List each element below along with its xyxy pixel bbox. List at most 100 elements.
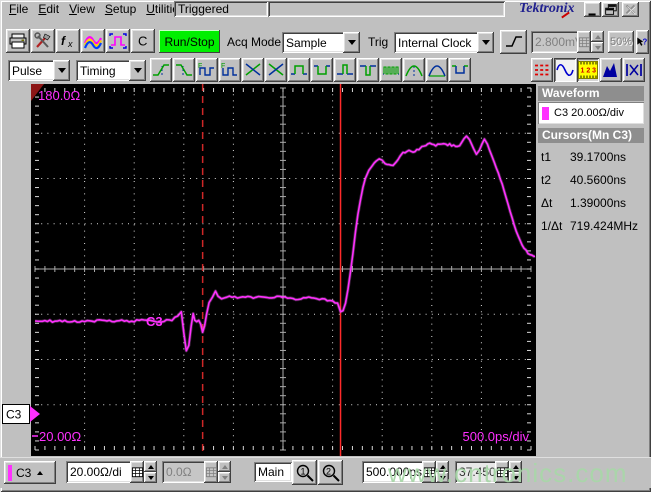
cursor-readout-2: t2 40.5600ns xyxy=(539,169,643,192)
readout-toggle-button[interactable]: 1 2 3 xyxy=(577,58,599,82)
clear-button[interactable]: C xyxy=(131,29,155,53)
pos-period-button[interactable]: F xyxy=(196,58,218,82)
magnifier-1-icon: 1 xyxy=(296,464,314,482)
vertical-scale-keypad[interactable] xyxy=(130,461,144,483)
menu-bar: FileEditViewSetupUtilitiesHelp Triggered… xyxy=(0,0,651,20)
spin-down-button xyxy=(591,42,604,53)
close-button[interactable] xyxy=(622,2,639,17)
readout-value: 40.5600ns xyxy=(570,173,627,187)
menu-item-edit[interactable]: Edit xyxy=(33,0,64,18)
fx-icon: fx xyxy=(61,34,73,49)
graticule: 180.0Ω 20.00Ω 500.0ps/div C3 C3 xyxy=(2,84,536,461)
menu-item-view[interactable]: View xyxy=(64,0,100,18)
cursors-toggle-button[interactable] xyxy=(531,58,553,82)
keypad-icon[interactable] xyxy=(130,461,144,483)
toolbar-measure: Pulse Timing FF 1 2 3 xyxy=(0,58,651,84)
pulse-view-button[interactable] xyxy=(106,29,130,53)
spin-up-button[interactable] xyxy=(144,461,157,472)
pos-glitch-button[interactable] xyxy=(334,58,356,82)
magnifier-2-icon: 2 xyxy=(322,464,340,482)
color-wave-icon xyxy=(83,36,103,50)
mask-button[interactable] xyxy=(623,58,645,82)
menu-item-file[interactable]: File xyxy=(4,0,33,18)
svg-text:C3: C3 xyxy=(6,408,22,422)
svg-text:2: 2 xyxy=(326,466,331,476)
peak-button[interactable] xyxy=(426,58,448,82)
peak-marker-button[interactable] xyxy=(403,58,425,82)
neg-width-icon xyxy=(314,65,330,75)
chevron-down-icon[interactable] xyxy=(343,32,360,53)
trig-source-combo[interactable]: Internal Clock xyxy=(394,32,494,53)
tektronix-logo: Tektronix xyxy=(519,1,575,19)
spin-up-button xyxy=(218,461,231,472)
svg-text:1 2 3: 1 2 3 xyxy=(581,68,597,75)
pos-width-button[interactable] xyxy=(288,58,310,82)
measure-class-combo[interactable]: Pulse xyxy=(8,60,70,81)
tools-icon xyxy=(34,32,51,48)
mask-icon xyxy=(626,64,642,76)
readout-value: 39.1700ns xyxy=(570,150,627,164)
svg-text:1: 1 xyxy=(300,466,305,476)
spin-down-button[interactable] xyxy=(144,472,157,483)
chevron-down-icon[interactable] xyxy=(53,60,70,81)
neg-width-button[interactable] xyxy=(311,58,333,82)
fall-time-button[interactable] xyxy=(173,58,195,82)
vertical-scale-field[interactable]: 20.00Ω/di xyxy=(66,461,134,483)
burst-width-button[interactable] xyxy=(380,58,402,82)
waveform-graph[interactable]: 180.0Ω 20.00Ω 500.0ps/div C3 C3 xyxy=(2,84,536,456)
watermark: www.cntronics.com xyxy=(388,458,628,488)
vertical-scale-spinner[interactable] xyxy=(144,461,157,483)
neg-period-icon: F xyxy=(221,63,237,76)
menu-item-setup[interactable]: Setup xyxy=(100,0,141,18)
run-stop-button[interactable]: Run/Stop xyxy=(159,30,220,53)
zoom1-button[interactable]: 1 xyxy=(292,460,317,485)
trace-label: C3 xyxy=(146,314,163,329)
neg-glitch-button[interactable] xyxy=(357,58,379,82)
measure-type-combo[interactable]: Timing xyxy=(76,60,146,81)
readout-value: 719.424MHz xyxy=(570,219,639,233)
waveform-list-entry[interactable]: C3 20.00Ω/div xyxy=(538,102,644,124)
horizontal-mode-box[interactable]: Main xyxy=(254,462,292,482)
pos-period-icon: F xyxy=(198,63,214,76)
trigger-status: Triggered xyxy=(174,1,268,17)
formula-button[interactable]: fx xyxy=(56,29,80,53)
print-button[interactable] xyxy=(6,29,30,53)
readout-label: 1/Δt xyxy=(541,219,563,233)
vertical-offset-spinner xyxy=(218,461,231,483)
tools-button[interactable] xyxy=(31,29,55,53)
neg-period-button[interactable]: F xyxy=(219,58,241,82)
peak-marker-icon xyxy=(405,64,423,77)
trig-level-spinner xyxy=(591,31,604,53)
acq-mode-label: Acq Mode xyxy=(227,35,282,49)
restore-button[interactable] xyxy=(602,2,619,17)
readout-label: Δt xyxy=(541,196,553,210)
channel-color-bar xyxy=(8,464,12,481)
chevron-down-icon[interactable] xyxy=(129,60,146,81)
channel-select-button[interactable]: C3 xyxy=(4,461,56,484)
rise-time-button[interactable] xyxy=(150,58,172,82)
cursor-readout-4: 1/Δt 719.424MHz xyxy=(539,215,643,238)
trig-level-field: 2.800mV xyxy=(531,31,581,53)
vertical-offset-keypad xyxy=(204,461,218,483)
zoom2-button[interactable]: 2 xyxy=(318,460,343,485)
histogram-button[interactable] xyxy=(600,58,622,82)
rising-cross-button[interactable] xyxy=(242,58,264,82)
spin-down-button xyxy=(218,472,231,483)
cursors-panel-header: Cursors(Mn C3) xyxy=(538,128,644,143)
falling-cross-button[interactable] xyxy=(265,58,287,82)
display-colors-button[interactable] xyxy=(81,29,105,53)
restore-icon xyxy=(605,4,617,15)
chevron-down-icon[interactable] xyxy=(477,32,494,53)
keypad-icon xyxy=(577,31,591,53)
flat-width-button[interactable] xyxy=(449,58,471,82)
rise-edge-icon xyxy=(153,64,169,76)
context-help-button[interactable]: ? xyxy=(636,30,649,54)
minimize-button[interactable] xyxy=(584,2,601,17)
bottom-scale-label: 20.00Ω xyxy=(39,429,82,444)
svg-text:C: C xyxy=(138,34,147,49)
trig-label: Trig xyxy=(368,35,389,49)
trig-slope-button[interactable] xyxy=(500,30,527,54)
waveform-display-button[interactable] xyxy=(554,58,576,82)
acq-mode-combo[interactable]: Sample xyxy=(282,32,360,53)
svg-text:f: f xyxy=(61,34,66,48)
